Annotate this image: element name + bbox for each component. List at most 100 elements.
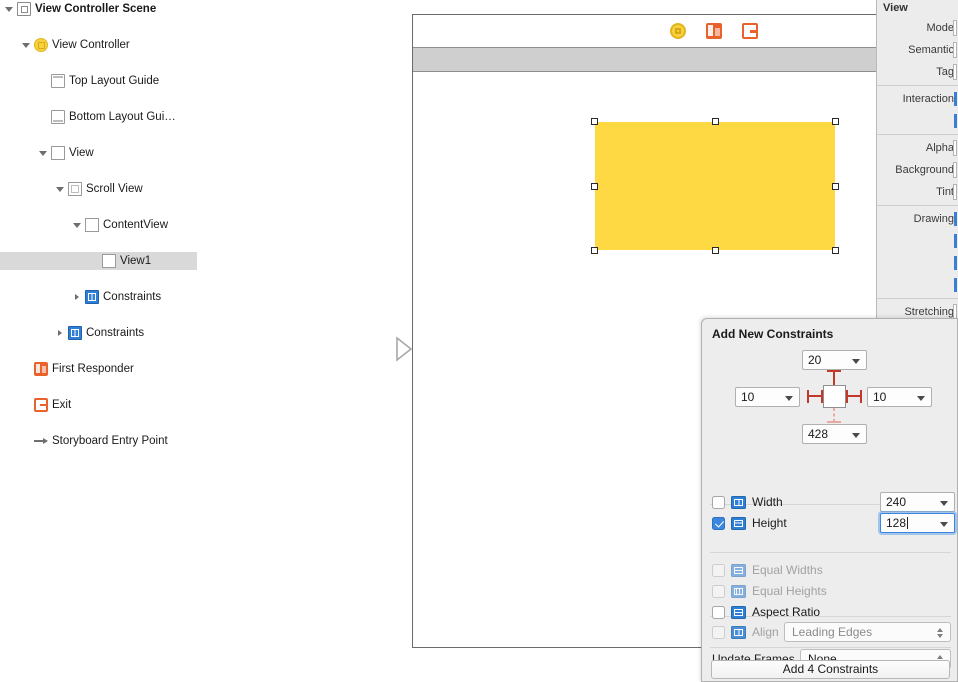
constraint-row-aspect-ratio[interactable]: Aspect Ratio — [712, 602, 820, 622]
spacing-center-box[interactable] — [823, 385, 846, 408]
inspector-row-blank-11[interactable] — [877, 274, 958, 296]
outline-tree-panel[interactable]: View Controller Scene View Controller Top … — [0, 0, 198, 682]
resize-handle-bottom-left[interactable] — [591, 247, 598, 254]
inspector-row-drawing[interactable]: Drawing — [877, 208, 958, 230]
constraints-icon — [85, 290, 99, 304]
resize-handle-top-left[interactable] — [591, 118, 598, 125]
inspector-row-semantic[interactable]: Semantic — [877, 39, 958, 61]
inspector-row-control[interactable] — [953, 64, 957, 80]
outline-item-label: View Controller Scene — [35, 3, 157, 15]
inspector-row-blank-9[interactable] — [877, 230, 958, 252]
inspector-row-blank-10[interactable] — [877, 252, 958, 274]
inspector-row-label: Tint — [936, 186, 954, 198]
inspector-row-control[interactable] — [954, 114, 957, 128]
outline-item-view-controller[interactable]: View Controller — [0, 36, 197, 54]
inspector-row-control[interactable] — [954, 212, 957, 226]
constraint-row-equal-heights[interactable]: Equal Heights — [712, 581, 827, 601]
inspector-row-label: Stretching — [904, 306, 954, 318]
resize-handle-top-right[interactable] — [832, 118, 839, 125]
width-value: 240 — [886, 495, 907, 509]
height-checkbox[interactable] — [712, 516, 725, 530]
chevron-down-icon[interactable] — [4, 0, 14, 18]
inspector-row-alpha[interactable]: Alpha — [877, 137, 958, 159]
height-value-dropdown[interactable]: 128 — [880, 513, 955, 533]
aspect-ratio-checkbox[interactable] — [712, 605, 725, 619]
outline-item-constraints[interactable]: Constraints — [0, 324, 197, 342]
inspector-row-tint[interactable]: Tint — [877, 181, 958, 203]
chevron-down-icon[interactable] — [38, 144, 48, 162]
outline-item-exit[interactable]: Exit — [0, 396, 197, 414]
align-row[interactable]: Align — [712, 622, 779, 642]
resize-handle-middle-right[interactable] — [832, 182, 839, 190]
bottom-spacing-dropdown[interactable]: 428 — [802, 424, 867, 444]
inspector-row-mode[interactable]: Mode — [877, 17, 958, 39]
leading-spacing-dropdown[interactable]: 10 — [735, 387, 800, 407]
width-label: Width — [752, 495, 783, 509]
top-spacing-dropdown[interactable]: 20 — [802, 350, 867, 370]
constraint-row-width[interactable]: Width — [712, 492, 783, 512]
resize-handle-bottom-center[interactable] — [711, 247, 719, 254]
equal-widths-checkbox[interactable] — [712, 563, 725, 577]
inspector-row-control[interactable] — [953, 20, 957, 36]
resize-handle-middle-left[interactable] — [591, 182, 598, 190]
align-option-select[interactable]: Leading Edges — [784, 622, 951, 642]
inspector-row-control[interactable] — [953, 162, 957, 178]
constraint-row-height[interactable]: Height — [712, 513, 787, 533]
inspector-row-control[interactable] — [953, 184, 957, 200]
outline-item-scroll-view[interactable]: Scroll View — [0, 180, 197, 198]
outline-item-view[interactable]: View — [0, 144, 197, 162]
view-icon — [51, 146, 65, 160]
inspector-row-background[interactable]: Background — [877, 159, 958, 181]
align-checkbox[interactable] — [712, 625, 725, 639]
inspector-row-interaction[interactable]: Interaction — [877, 88, 958, 110]
first-responder-icon[interactable] — [705, 23, 722, 39]
divider — [877, 134, 958, 135]
exit-icon[interactable] — [741, 23, 758, 39]
constraint-row-equal-widths[interactable]: Equal Widths — [712, 560, 823, 580]
outline-item-top-layout-guide[interactable]: Top Layout Guide — [0, 72, 197, 90]
outline-item-label: Constraints — [86, 327, 145, 339]
chevron-down-icon[interactable] — [21, 36, 31, 54]
inspector-row-control[interactable] — [954, 256, 957, 270]
chevron-down-icon — [940, 522, 948, 527]
divider — [877, 85, 958, 86]
outline-item-view-controller-scene[interactable]: View Controller Scene — [0, 0, 197, 18]
align-selected-option: Leading Edges — [792, 625, 873, 639]
width-checkbox[interactable] — [712, 495, 725, 509]
chevron-right-icon[interactable] — [72, 288, 82, 306]
storyboard-entry-arrow-icon — [396, 336, 413, 362]
outline-item-label: Bottom Layout Gui… — [69, 111, 176, 123]
equal-heights-checkbox[interactable] — [712, 584, 725, 598]
chevron-down-icon[interactable] — [72, 216, 82, 234]
outline-item-label: First Responder — [52, 363, 134, 375]
outline-item-first-responder[interactable]: First Responder — [0, 360, 197, 378]
outline-item-storyboard-entry-point[interactable]: Storyboard Entry Point — [0, 432, 197, 450]
outline-item-label: View — [69, 147, 94, 159]
chevron-right-icon[interactable] — [55, 324, 65, 342]
width-value-dropdown[interactable]: 240 — [880, 492, 955, 512]
selected-view1-rect[interactable] — [591, 118, 839, 254]
outline-item-view1[interactable]: View1 — [0, 252, 197, 270]
view-controller-icon[interactable] — [669, 23, 686, 39]
trailing-spacing-dropdown[interactable]: 10 — [867, 387, 932, 407]
resize-handle-bottom-right[interactable] — [832, 247, 839, 254]
inspector-row-control[interactable] — [954, 234, 957, 248]
add-constraints-button[interactable]: Add 4 Constraints — [711, 660, 950, 679]
inspector-row-label: Drawing — [913, 213, 954, 225]
inspector-row-control[interactable] — [954, 92, 957, 106]
trailing-spacing-value: 10 — [873, 390, 887, 404]
inspector-row-blank-4[interactable] — [877, 110, 958, 132]
chevron-down-icon[interactable] — [55, 180, 65, 198]
outline-item-bottom-layout-gui[interactable]: Bottom Layout Gui… — [0, 108, 197, 126]
inspector-row-control[interactable] — [953, 42, 957, 58]
add-new-constraints-popover[interactable]: Add New Constraints 20 10 10 428 Width 2… — [701, 318, 958, 682]
inspector-row-label: Tag — [936, 66, 954, 78]
inspector-row-label: Alpha — [925, 142, 954, 154]
inspector-row-tag[interactable]: Tag — [877, 61, 958, 83]
outline-item-contentview[interactable]: ContentView — [0, 216, 197, 234]
outline-item-constraints[interactable]: Constraints — [0, 288, 197, 306]
resize-handle-top-center[interactable] — [711, 118, 719, 125]
inspector-row-control[interactable] — [953, 140, 957, 156]
inspector-row-control[interactable] — [954, 278, 957, 292]
inspector-section-title: View — [883, 2, 908, 14]
